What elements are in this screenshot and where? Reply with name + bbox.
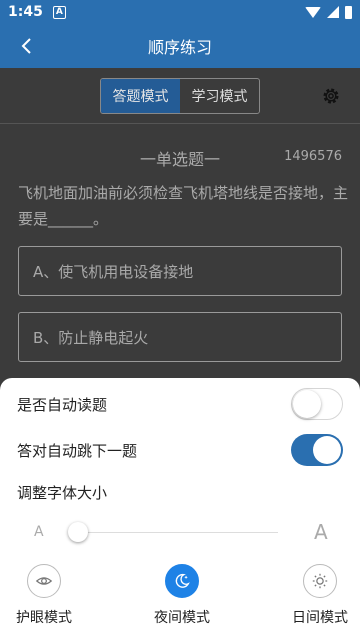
toggle-knob [313,436,341,464]
question-text: 飞机地面加油前必须检查飞机塔地线是否接地，主要是______。 [18,184,349,228]
back-arrow-icon [21,38,31,54]
font-small-label: A [34,524,44,540]
battery-icon [345,5,352,19]
signal-icon [327,6,339,18]
auto-read-row: 是否自动读题 [0,384,360,424]
status-time: 1:45 [8,4,43,20]
sun-icon[interactable] [303,564,337,598]
moon-icon[interactable] [165,564,199,598]
slider-track[interactable] [78,532,278,533]
back-button[interactable] [12,32,40,60]
question-header: 一单选题一 1496576 [0,146,360,169]
theme-day[interactable]: 日间模式 [280,564,360,627]
auto-read-label: 是否自动读题 [17,395,108,414]
slider-thumb[interactable] [68,522,88,542]
page-title: 顺序练习 [147,38,212,57]
wifi-icon [305,6,321,18]
question-number: 1496576 [284,149,342,164]
auto-next-toggle[interactable] [291,434,343,466]
theme-night-label: 夜间模式 [154,610,210,626]
status-icons [305,5,352,19]
theme-night[interactable]: 夜间模式 [142,564,222,627]
font-size-slider[interactable]: A A [0,518,360,548]
status-bar: 1:45 A [0,0,360,24]
tab-study-mode[interactable]: 学习模式 [180,79,259,113]
auto-next-row: 答对自动跳下一题 [0,430,360,470]
eye-icon[interactable] [27,564,61,598]
font-size-row: 调整字体大小 [0,472,360,512]
toggle-knob [293,390,321,418]
font-large-label: A [314,520,328,544]
auto-read-toggle[interactable] [291,388,343,420]
notification-a-icon: A [52,5,66,19]
mode-tabs: 答题模式 学习模式 [100,78,260,114]
settings-sheet: 是否自动读题 答对自动跳下一题 调整字体大小 A A 护眼模式 夜间模式 日间模… [0,378,360,640]
auto-next-label: 答对自动跳下一题 [17,441,138,460]
theme-eye-care[interactable]: 护眼模式 [4,564,84,627]
settings-gear-icon[interactable] [320,85,342,107]
font-size-label: 调整字体大小 [17,483,108,502]
mode-bar: 答题模式 学习模式 [0,68,360,124]
theme-day-label: 日间模式 [292,610,348,626]
option-b[interactable]: B、防止静电起火 [18,312,342,362]
app-header: 顺序练习 [0,24,360,68]
theme-eye-care-label: 护眼模式 [16,610,72,626]
tab-answer-mode[interactable]: 答题模式 [101,79,180,113]
option-a[interactable]: A、使飞机用电设备接地 [18,246,342,296]
